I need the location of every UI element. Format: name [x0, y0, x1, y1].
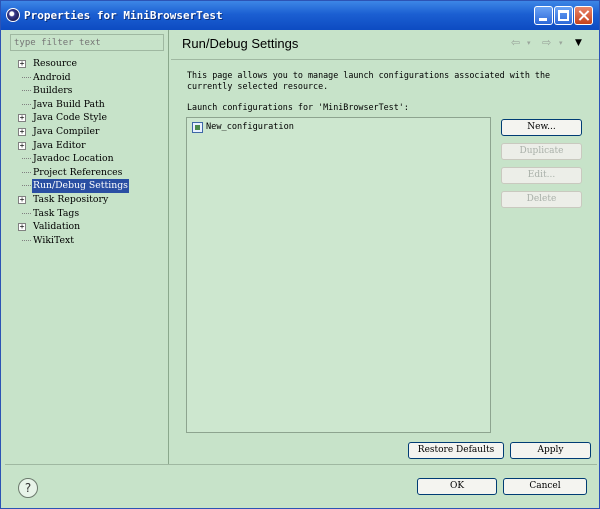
tree-item-java-code-style[interactable]: + Java Code Style [15, 111, 165, 125]
forward-dropdown-icon[interactable]: ▾ [559, 39, 563, 47]
tree-item-wikitext[interactable]: WikiText [15, 234, 165, 248]
page-description: This page allows you to manage launch co… [187, 70, 551, 91]
sidebar: + Resource Android Builders Java Build P… [5, 30, 169, 464]
eclipse-icon [6, 8, 20, 22]
new-button[interactable]: New... [501, 119, 582, 136]
window-title: Properties for MiniBrowserTest [24, 9, 223, 22]
expand-icon[interactable]: + [18, 195, 26, 204]
footer-divider [5, 464, 597, 465]
ok-button[interactable]: OK [417, 478, 497, 495]
cancel-button[interactable]: Cancel [503, 478, 587, 495]
expand-icon[interactable]: + [18, 223, 26, 232]
filter-input[interactable] [10, 34, 164, 51]
tree-item-android[interactable]: Android [15, 71, 165, 85]
back-dropdown-icon[interactable]: ▾ [527, 39, 531, 47]
page-title: Run/Debug Settings [182, 36, 299, 51]
forward-arrow-icon[interactable]: ⇨ [542, 36, 551, 49]
property-tree: + Resource Android Builders Java Build P… [15, 57, 165, 247]
expand-icon[interactable]: + [18, 141, 26, 150]
expand-icon[interactable]: + [18, 127, 26, 136]
tree-item-builders[interactable]: Builders [15, 84, 165, 98]
apply-button[interactable]: Apply [510, 442, 591, 459]
tree-item-project-references[interactable]: Project References [15, 166, 165, 180]
expand-icon[interactable]: + [18, 114, 26, 123]
tree-item-java-editor[interactable]: + Java Editor [15, 139, 165, 153]
launch-config-icon [192, 122, 203, 133]
tree-item-validation[interactable]: + Validation [15, 220, 165, 234]
tree-item-javadoc-location[interactable]: Javadoc Location [15, 152, 165, 166]
tree-item-java-build-path[interactable]: Java Build Path [15, 98, 165, 112]
duplicate-button[interactable]: Duplicate [501, 143, 582, 160]
tree-item-run-debug-settings[interactable]: Run/Debug Settings [15, 179, 165, 193]
tree-item-resource[interactable]: + Resource [15, 57, 165, 71]
view-menu-icon[interactable]: ▼ [575, 38, 582, 48]
restore-defaults-button[interactable]: Restore Defaults [408, 442, 504, 459]
minimize-button[interactable] [534, 6, 553, 25]
history-navigation: ⇦ ▾ ⇨ ▾ ▼ [509, 36, 589, 50]
edit-button[interactable]: Edit... [501, 167, 582, 184]
back-arrow-icon[interactable]: ⇦ [511, 36, 520, 49]
tree-item-task-repository[interactable]: + Task Repository [15, 193, 165, 207]
title-bar[interactable]: Properties for MiniBrowserTest [1, 1, 599, 30]
list-label: Launch configurations for 'MiniBrowserTe… [187, 102, 409, 112]
tree-item-task-tags[interactable]: Task Tags [15, 207, 165, 221]
delete-button[interactable]: Delete [501, 191, 582, 208]
help-icon[interactable]: ? [18, 478, 38, 498]
tree-item-java-compiler[interactable]: + Java Compiler [15, 125, 165, 139]
launch-config-list[interactable]: New_configuration [186, 117, 491, 433]
header-divider [171, 59, 599, 60]
maximize-button[interactable] [554, 6, 573, 25]
close-button[interactable] [574, 6, 593, 25]
maximize-icon [558, 10, 569, 21]
properties-dialog: Properties for MiniBrowserTest + Resourc… [0, 0, 600, 509]
minimize-icon [539, 18, 547, 21]
expand-icon[interactable]: + [18, 60, 26, 68]
